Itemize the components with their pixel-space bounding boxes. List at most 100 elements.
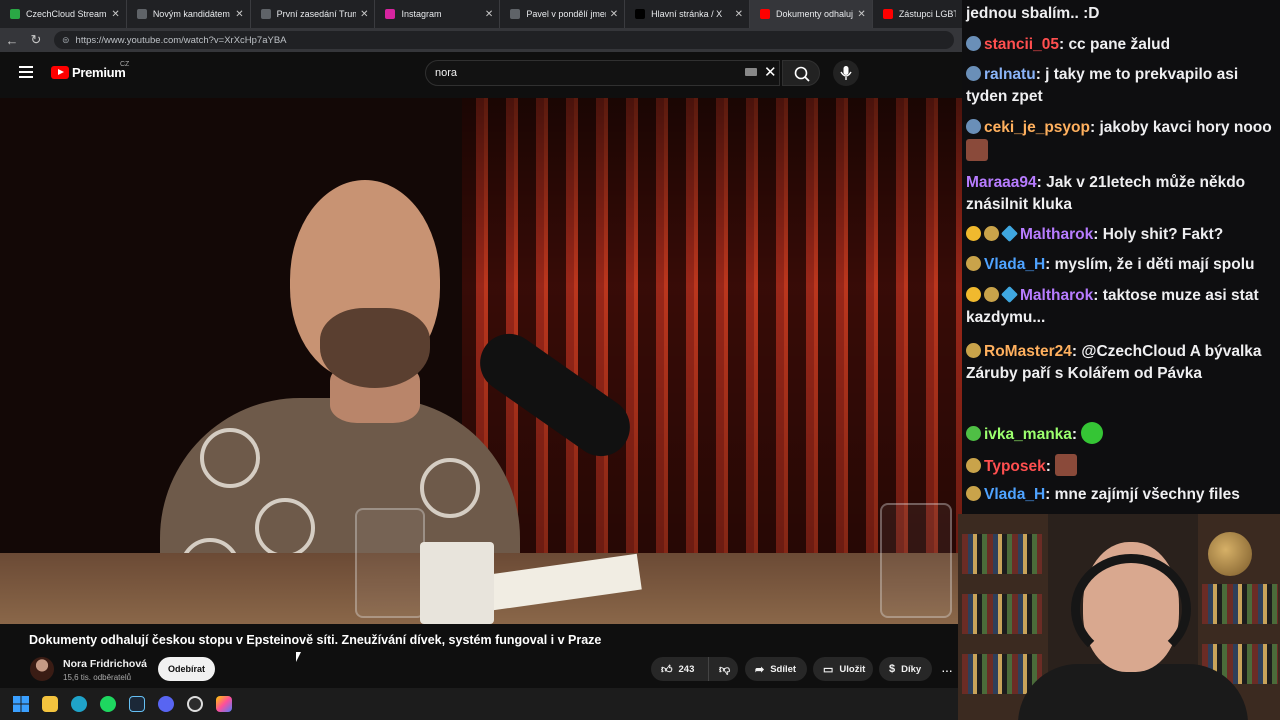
czechcloud-favicon-icon	[10, 9, 20, 19]
share-button[interactable]: ➦ Sdílet	[745, 657, 807, 681]
headphones	[1071, 554, 1191, 664]
microphone-icon	[840, 66, 852, 80]
mouse-cursor	[296, 652, 301, 662]
page-favicon-icon	[260, 9, 271, 19]
thanks-button[interactable]: $ Díky	[879, 657, 932, 681]
sweater-pattern	[255, 498, 315, 558]
close-tab-icon[interactable]: ✕	[610, 9, 618, 20]
desk-globe	[1208, 532, 1252, 576]
face-emote-icon	[1055, 454, 1078, 476]
like-button[interactable]: 👍︎ 243	[651, 657, 708, 681]
region-code: CZ	[120, 61, 130, 68]
thumbs-down-icon: 👎︎	[719, 663, 731, 676]
close-tab-icon[interactable]: ✕	[485, 9, 493, 20]
save-button[interactable]: ▭ Uložit	[813, 657, 873, 681]
video-actions-row: Nora Fridrichová 15,6 tis. odběratelů Od…	[0, 652, 962, 688]
chat-message: Vlada_H: mne zajímjí všechny files	[966, 484, 1274, 506]
chat-message: ivka_manka:	[966, 422, 1274, 446]
discord-icon[interactable]	[155, 693, 177, 715]
sword-badge-icon	[984, 287, 999, 302]
books	[962, 594, 1042, 634]
youtube-header: Premium CZ nora ✕	[0, 52, 962, 98]
channel-name[interactable]: Nora Fridrichová	[63, 658, 147, 670]
more-actions-icon[interactable]: ···	[941, 662, 953, 678]
sword-badge-icon	[984, 226, 999, 241]
youtube-favicon-icon	[759, 9, 770, 19]
tab-x[interactable]: Hlavní stránka / X ✕	[625, 0, 750, 28]
x-logo-icon	[635, 9, 646, 19]
menu-icon[interactable]	[19, 66, 33, 78]
site-info-icon[interactable]: ⊜	[62, 35, 70, 46]
share-icon: ➦	[755, 663, 765, 676]
close-tab-icon[interactable]: ✕	[857, 9, 865, 20]
search-button[interactable]	[782, 60, 820, 86]
streamer-webcam	[958, 514, 1280, 720]
streamer-shirt	[1018, 664, 1248, 720]
close-tab-icon[interactable]: ✕	[360, 9, 368, 20]
water-glass	[880, 503, 952, 618]
video-title: Dokumenty odhalují českou stopu v Epstei…	[29, 633, 602, 647]
keyboard-icon[interactable]	[745, 68, 757, 76]
search-input[interactable]: nora	[425, 60, 780, 86]
address-bar-row: ← ↻ ⊜ https://www.youtube.com/watch?v=XrX…	[0, 28, 962, 52]
sword-badge-icon	[966, 458, 981, 473]
spotify-icon[interactable]	[97, 693, 119, 715]
tab-instagram[interactable]: Instagram ✕	[375, 0, 501, 28]
cube-badge-icon	[1001, 286, 1018, 303]
back-icon[interactable]: ←	[0, 33, 24, 48]
tab-trump[interactable]: První zasedání Trump ✕	[251, 0, 376, 28]
voice-search-button[interactable]	[833, 60, 859, 86]
edge-browser-icon[interactable]	[68, 693, 90, 715]
stream-chat: jednou sbalím.. :D stancii_05: cc pane ž…	[962, 0, 1280, 514]
books	[962, 534, 1042, 574]
windows-taskbar	[0, 688, 962, 720]
chat-message: RoMaster24: @CzechCloud A bývalka Záruby…	[966, 343, 1262, 382]
close-tab-icon[interactable]: ✕	[735, 9, 743, 20]
close-tab-icon[interactable]: ✕	[235, 9, 243, 20]
coin-badge-icon	[966, 226, 981, 241]
youtube-logo[interactable]: Premium	[51, 65, 126, 80]
tab-czechcloud[interactable]: CzechCloud Stream - Wa✕	[0, 0, 127, 28]
guest-beard	[320, 308, 430, 388]
browser-tab-strip: CzechCloud Stream - Wa✕ Novým kandidátem…	[0, 0, 962, 28]
dislike-button[interactable]: 👎︎	[708, 657, 738, 681]
coin-badge-icon	[966, 287, 981, 302]
chat-message: Maraaa94: Jak v 21letech může někdo znás…	[966, 174, 1246, 213]
app-icon[interactable]	[213, 693, 235, 715]
chat-message: ralnatu: j taky me to prekvapilo asi tyd…	[966, 66, 1239, 105]
steam-icon[interactable]	[126, 693, 148, 715]
chat-message: Maltharok: taktose muze asi stat kazdymu…	[966, 286, 1259, 326]
tab-pavel[interactable]: Pavel v pondělí jmenu✕	[500, 0, 626, 28]
search-icon	[794, 66, 810, 82]
clear-search-icon[interactable]: ✕	[764, 63, 777, 81]
sweater-pattern	[420, 458, 480, 518]
reload-icon[interactable]: ↻	[24, 32, 48, 48]
chat-message: Typosek:	[966, 454, 1274, 478]
windows-start-icon[interactable]	[10, 693, 32, 715]
video-player[interactable]	[0, 98, 962, 624]
chat-message-fragment: jednou sbalím.. :D	[966, 5, 1100, 22]
screen: CzechCloud Stream - Wa✕ Novým kandidátem…	[0, 0, 1280, 720]
page-favicon-icon	[510, 9, 521, 19]
tab-lgbt[interactable]: Zástupci LGBT a	[873, 0, 962, 28]
instagram-icon	[385, 9, 396, 19]
close-tab-icon[interactable]: ✕	[111, 9, 119, 20]
obs-icon[interactable]	[184, 693, 206, 715]
subscribe-button[interactable]: Odebírat	[158, 657, 215, 681]
chat-message: stancii_05: cc pane žalud	[966, 34, 1274, 56]
books	[1202, 584, 1278, 624]
url-field[interactable]: ⊜ https://www.youtube.com/watch?v=XrXcHp7…	[54, 31, 954, 49]
page-favicon-icon	[136, 9, 147, 19]
chat-message: Vlada_H: myslím, že i děti mají spolu	[966, 254, 1274, 276]
chat-message: ceki_je_psyop: jakoby kavci hory nooo	[966, 117, 1274, 163]
tab-youtube-active[interactable]: Dokumenty odhalují čes✕	[749, 0, 873, 28]
sword-badge-icon	[966, 119, 981, 134]
tab-kandidat[interactable]: Novým kandidátem na r✕	[127, 0, 251, 28]
youtube-favicon-icon	[882, 9, 893, 19]
coffee-cup	[420, 542, 494, 624]
sword-badge-icon	[966, 36, 981, 51]
file-explorer-icon[interactable]	[39, 693, 61, 715]
sword-badge-icon	[966, 343, 981, 358]
channel-avatar[interactable]	[30, 657, 54, 681]
thumbs-up-icon: 👍︎	[661, 663, 673, 676]
